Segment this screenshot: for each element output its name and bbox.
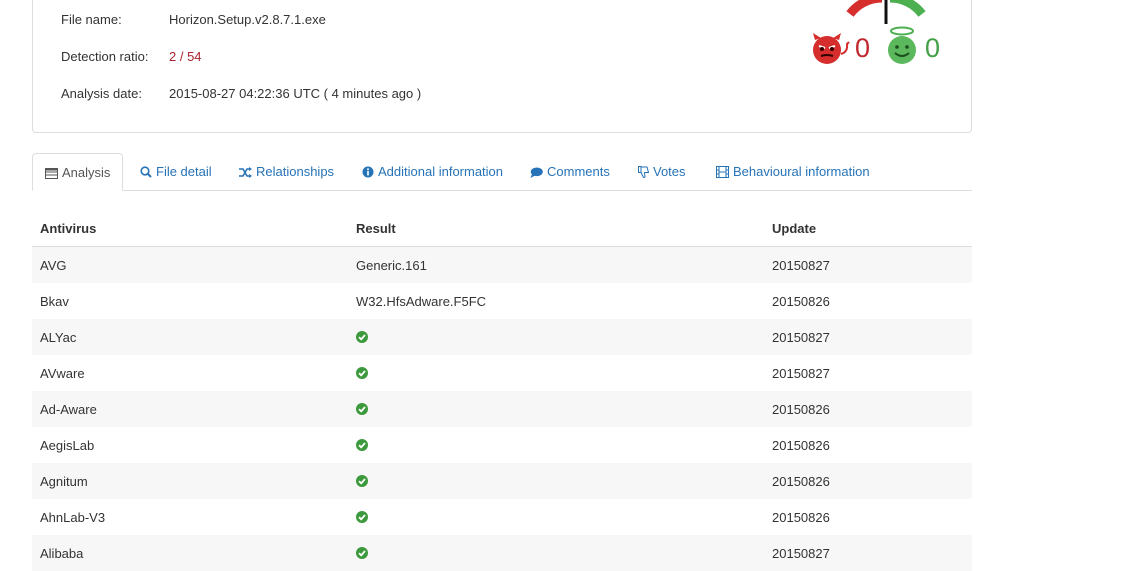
check-circle-icon	[356, 402, 368, 415]
angel-icon[interactable]	[884, 26, 920, 66]
antivirus-results-table: Antivirus Result Update AVG Generic.161 20…	[32, 210, 972, 571]
shuffle-icon	[239, 167, 252, 178]
detection-ratio-row: Detection ratio: 2 / 54	[61, 49, 202, 64]
table-row: Bkav W32.HfsAdware.F5FC 20150826	[32, 283, 972, 319]
file-name-label: File name:	[61, 12, 122, 27]
tab-relationships[interactable]: Relationships	[239, 153, 334, 190]
detection-ratio-value: 2 / 54	[169, 49, 202, 64]
tab-additional-information-label: Additional information	[378, 164, 504, 179]
antivirus-name: AhnLab-V3	[40, 509, 106, 525]
table-row: Alibaba 20150827	[32, 535, 972, 571]
table-row: Ad-Aware 20150826	[32, 391, 972, 427]
tab-behavioural-information[interactable]: Behavioural information	[716, 153, 870, 190]
tab-analysis[interactable]: Analysis	[32, 153, 124, 191]
table-row: AVG Generic.161 20150827	[32, 246, 972, 283]
antivirus-name: Ad-Aware	[32, 391, 348, 427]
detection-ratio-label: Detection ratio:	[61, 49, 149, 64]
tab-votes-label: Votes	[653, 164, 686, 179]
info-icon	[362, 166, 374, 178]
check-circle-icon	[356, 366, 368, 379]
clean-result	[348, 499, 764, 535]
harmless-votes-count: 0	[925, 33, 941, 63]
antivirus-name: Bkav	[40, 293, 69, 309]
check-circle-icon	[356, 510, 368, 523]
clean-result	[348, 319, 764, 355]
clean-result	[348, 427, 764, 463]
table-icon	[45, 168, 58, 179]
update-date: 20150827	[772, 365, 830, 381]
tab-relationships-label: Relationships	[256, 164, 335, 179]
devil-icon[interactable]	[811, 32, 851, 66]
analysis-date-row: Analysis date: 2015-08-27 04:22:36 UTC ( …	[61, 86, 421, 101]
tab-comments[interactable]: Comments	[530, 153, 610, 190]
clean-result	[348, 463, 764, 499]
table-row: AhnLab-V3 20150826	[32, 499, 972, 535]
tab-file-detail[interactable]: File detail	[140, 153, 212, 190]
file-name-row: File name: Horizon.Setup.v2.8.7.1.exe	[61, 12, 326, 27]
check-circle-icon	[356, 330, 368, 343]
clean-result	[348, 391, 764, 427]
antivirus-name: AVware	[40, 365, 85, 381]
tab-additional-information[interactable]: Additional information	[362, 153, 503, 190]
update-date: 20150826	[772, 293, 830, 309]
update-date: 20150826	[772, 437, 830, 453]
tab-file-detail-label: File detail	[156, 164, 212, 179]
header-update: Update	[764, 210, 972, 247]
analysis-date-value: 2015-08-27 04:22:36 UTC ( 4 minutes ago …	[169, 86, 422, 101]
table-row: AVware 20150827	[32, 355, 972, 391]
update-date: 20150827	[764, 246, 972, 283]
file-name-value: Horizon.Setup.v2.8.7.1.exe	[169, 12, 326, 27]
table-row: Agnitum 20150826	[32, 463, 972, 499]
antivirus-name: AVG	[32, 246, 348, 283]
tab-comments-label: Comments	[547, 164, 610, 179]
film-icon	[716, 166, 729, 178]
tab-votes[interactable]: Votes	[638, 153, 686, 190]
antivirus-name: Alibaba	[32, 535, 348, 571]
antivirus-name: ALYac	[32, 319, 348, 355]
thumbs-down-icon	[638, 166, 650, 179]
header-result: Result	[348, 210, 764, 247]
update-date: 20150827	[764, 535, 972, 571]
table-row: ALYac 20150827	[32, 319, 972, 355]
zoom-icon	[140, 166, 152, 178]
tab-analysis-label: Analysis	[62, 165, 111, 180]
update-date: 20150826	[772, 509, 830, 525]
antivirus-name: AegisLab	[40, 437, 95, 453]
check-circle-icon	[356, 474, 368, 487]
clean-result	[348, 535, 764, 571]
analysis-date-label: Analysis date:	[61, 86, 142, 101]
update-date: 20150827	[764, 319, 972, 355]
tab-behavioural-information-label: Behavioural information	[733, 164, 870, 179]
header-antivirus: Antivirus	[32, 210, 348, 247]
table-header-row: Antivirus Result Update	[32, 210, 972, 247]
malicious-votes-count: 0	[855, 33, 871, 63]
comment-icon	[530, 167, 543, 178]
check-circle-icon	[356, 438, 368, 451]
clean-result	[348, 355, 764, 391]
detection-result: W32.HfsAdware.F5FC	[356, 293, 487, 309]
detection-result: Generic.161	[348, 246, 764, 283]
update-date: 20150826	[764, 391, 972, 427]
antivirus-name: Agnitum	[32, 463, 348, 499]
report-tabs: Analysis File detail Relationships Addit…	[32, 153, 972, 191]
table-row: AegisLab 20150826	[32, 427, 972, 463]
update-date: 20150826	[764, 463, 972, 499]
